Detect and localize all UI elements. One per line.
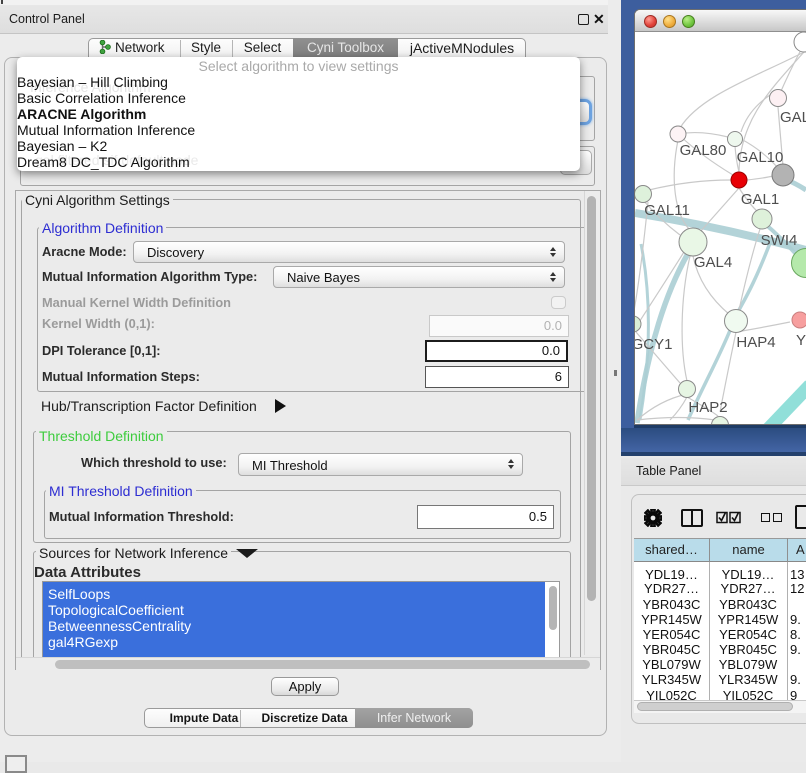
svg-text:GAL80: GAL80 — [680, 142, 727, 159]
svg-text:HAP2: HAP2 — [688, 399, 727, 416]
svg-text:GCY1: GCY1 — [635, 336, 672, 353]
svg-text:YM: YM — [796, 332, 806, 349]
svg-text:HAP4: HAP4 — [736, 334, 775, 351]
svg-text:SWI4: SWI4 — [761, 232, 798, 249]
svg-text:GAL11: GAL11 — [644, 202, 690, 219]
svg-text:GAL1: GAL1 — [741, 191, 779, 208]
svg-text:GAL4: GAL4 — [694, 254, 732, 271]
svg-text:GAL10: GAL10 — [737, 149, 784, 166]
svg-text:GAL3: GAL3 — [780, 109, 806, 126]
